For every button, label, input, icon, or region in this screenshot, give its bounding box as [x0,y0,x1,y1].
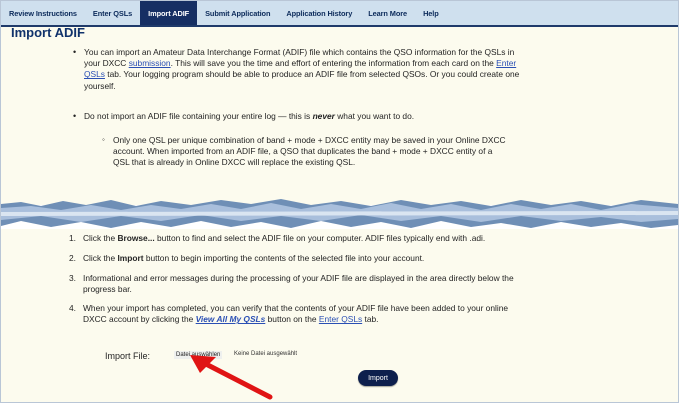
submission-link[interactable]: submission [129,58,171,68]
step-3-line-2: progress bar. [83,284,132,295]
step-4-text: tab. [362,314,379,325]
view-all-my-qsls-link[interactable]: View All My QSLs [196,314,266,324]
tab-submit-application[interactable]: Submit Application [197,1,278,25]
tab-application-history[interactable]: Application History [278,1,360,25]
bullet-2: Do not import an ADIF file containing yo… [84,111,674,122]
tab-enter-qsls[interactable]: Enter QSLs [85,1,140,25]
step-3: Informational and error messages during … [83,273,673,295]
step-4-text: button on the [265,314,319,325]
step-2: Click the Import button to begin importi… [83,253,673,264]
step-4: When your import has completed, you can … [83,303,673,325]
torn-edge-divider [1,199,678,228]
bullet-icon: • [73,47,77,57]
bullet-1-text: tab. Your logging program should be able… [104,69,520,80]
step-1-text: Click the [83,233,118,243]
bullet-1: You can import an Amateur Data Interchan… [84,47,674,92]
bullet-2-text: what you want to do. [334,111,415,121]
bullet-1-line-2: your DXCC submission. This will save you… [84,58,674,69]
tab-bar: Review Instructions Enter QSLs Import AD… [1,1,678,27]
step-2-text: Click the [83,253,118,263]
step-number: 2. [69,253,76,263]
qsls-link[interactable]: QSLs [84,69,105,79]
tab-learn-more[interactable]: Learn More [360,1,415,25]
bullet-3-line-3: QSL that is already in Online DXCC will … [113,157,356,168]
tab-help[interactable]: Help [415,1,447,25]
bullet-3-line-1: Only one QSL per unique combination of b… [113,135,506,145]
never-emphasis: never [312,111,335,121]
step-number: 1. [69,233,76,243]
import-file-label: Import File: [105,351,151,361]
browser-frame: Review Instructions Enter QSLs Import AD… [0,0,679,403]
import-keyword: Import [117,253,144,263]
import-button[interactable]: Import [358,370,398,386]
bullet-1-line-1: You can import an Amateur Data Interchan… [84,47,515,57]
step-number: 4. [69,303,76,313]
step-1-text: button to find and select the ADIF file … [154,233,486,243]
step-3-line-1: Informational and error messages during … [83,273,514,283]
step-4-text: DXCC account by clicking the [83,314,196,325]
bullet-3-line-2: account. When imported from an ADIF file… [113,146,493,157]
page-title: Import ADIF [11,25,85,40]
enter-qsls-link[interactable]: Enter QSLs [319,314,362,324]
step-4-line-1: When your import has completed, you can … [83,303,509,313]
bullet-icon: • [73,111,77,121]
bullet-1-line-4: yourself. [84,80,116,91]
bullet-3: Only one QSL per unique combination of b… [113,135,673,169]
bullet-2-text: Do not import an ADIF file containing yo… [84,111,313,121]
browse-keyword: Browse... [117,233,155,243]
step-1: Click the Browse... button to find and s… [83,233,673,244]
bullet-1-line-3: QSLs tab. Your logging program should be… [84,69,674,80]
tab-import-adif[interactable]: Import ADIF [140,1,198,25]
enter-link[interactable]: Enter [496,58,516,68]
bullet-1-text: your DXCC [84,58,129,69]
step-2-text: button to begin importing the contents o… [143,253,425,263]
step-number: 3. [69,273,76,283]
circle-bullet-icon: ◦ [102,135,105,144]
step-4-line-2: DXCC account by clicking the View All My… [83,314,673,325]
bullet-1-text: . This will save you the time and effort… [170,58,497,69]
tab-review-instructions[interactable]: Review Instructions [1,1,85,25]
red-arrow-icon [190,355,273,400]
